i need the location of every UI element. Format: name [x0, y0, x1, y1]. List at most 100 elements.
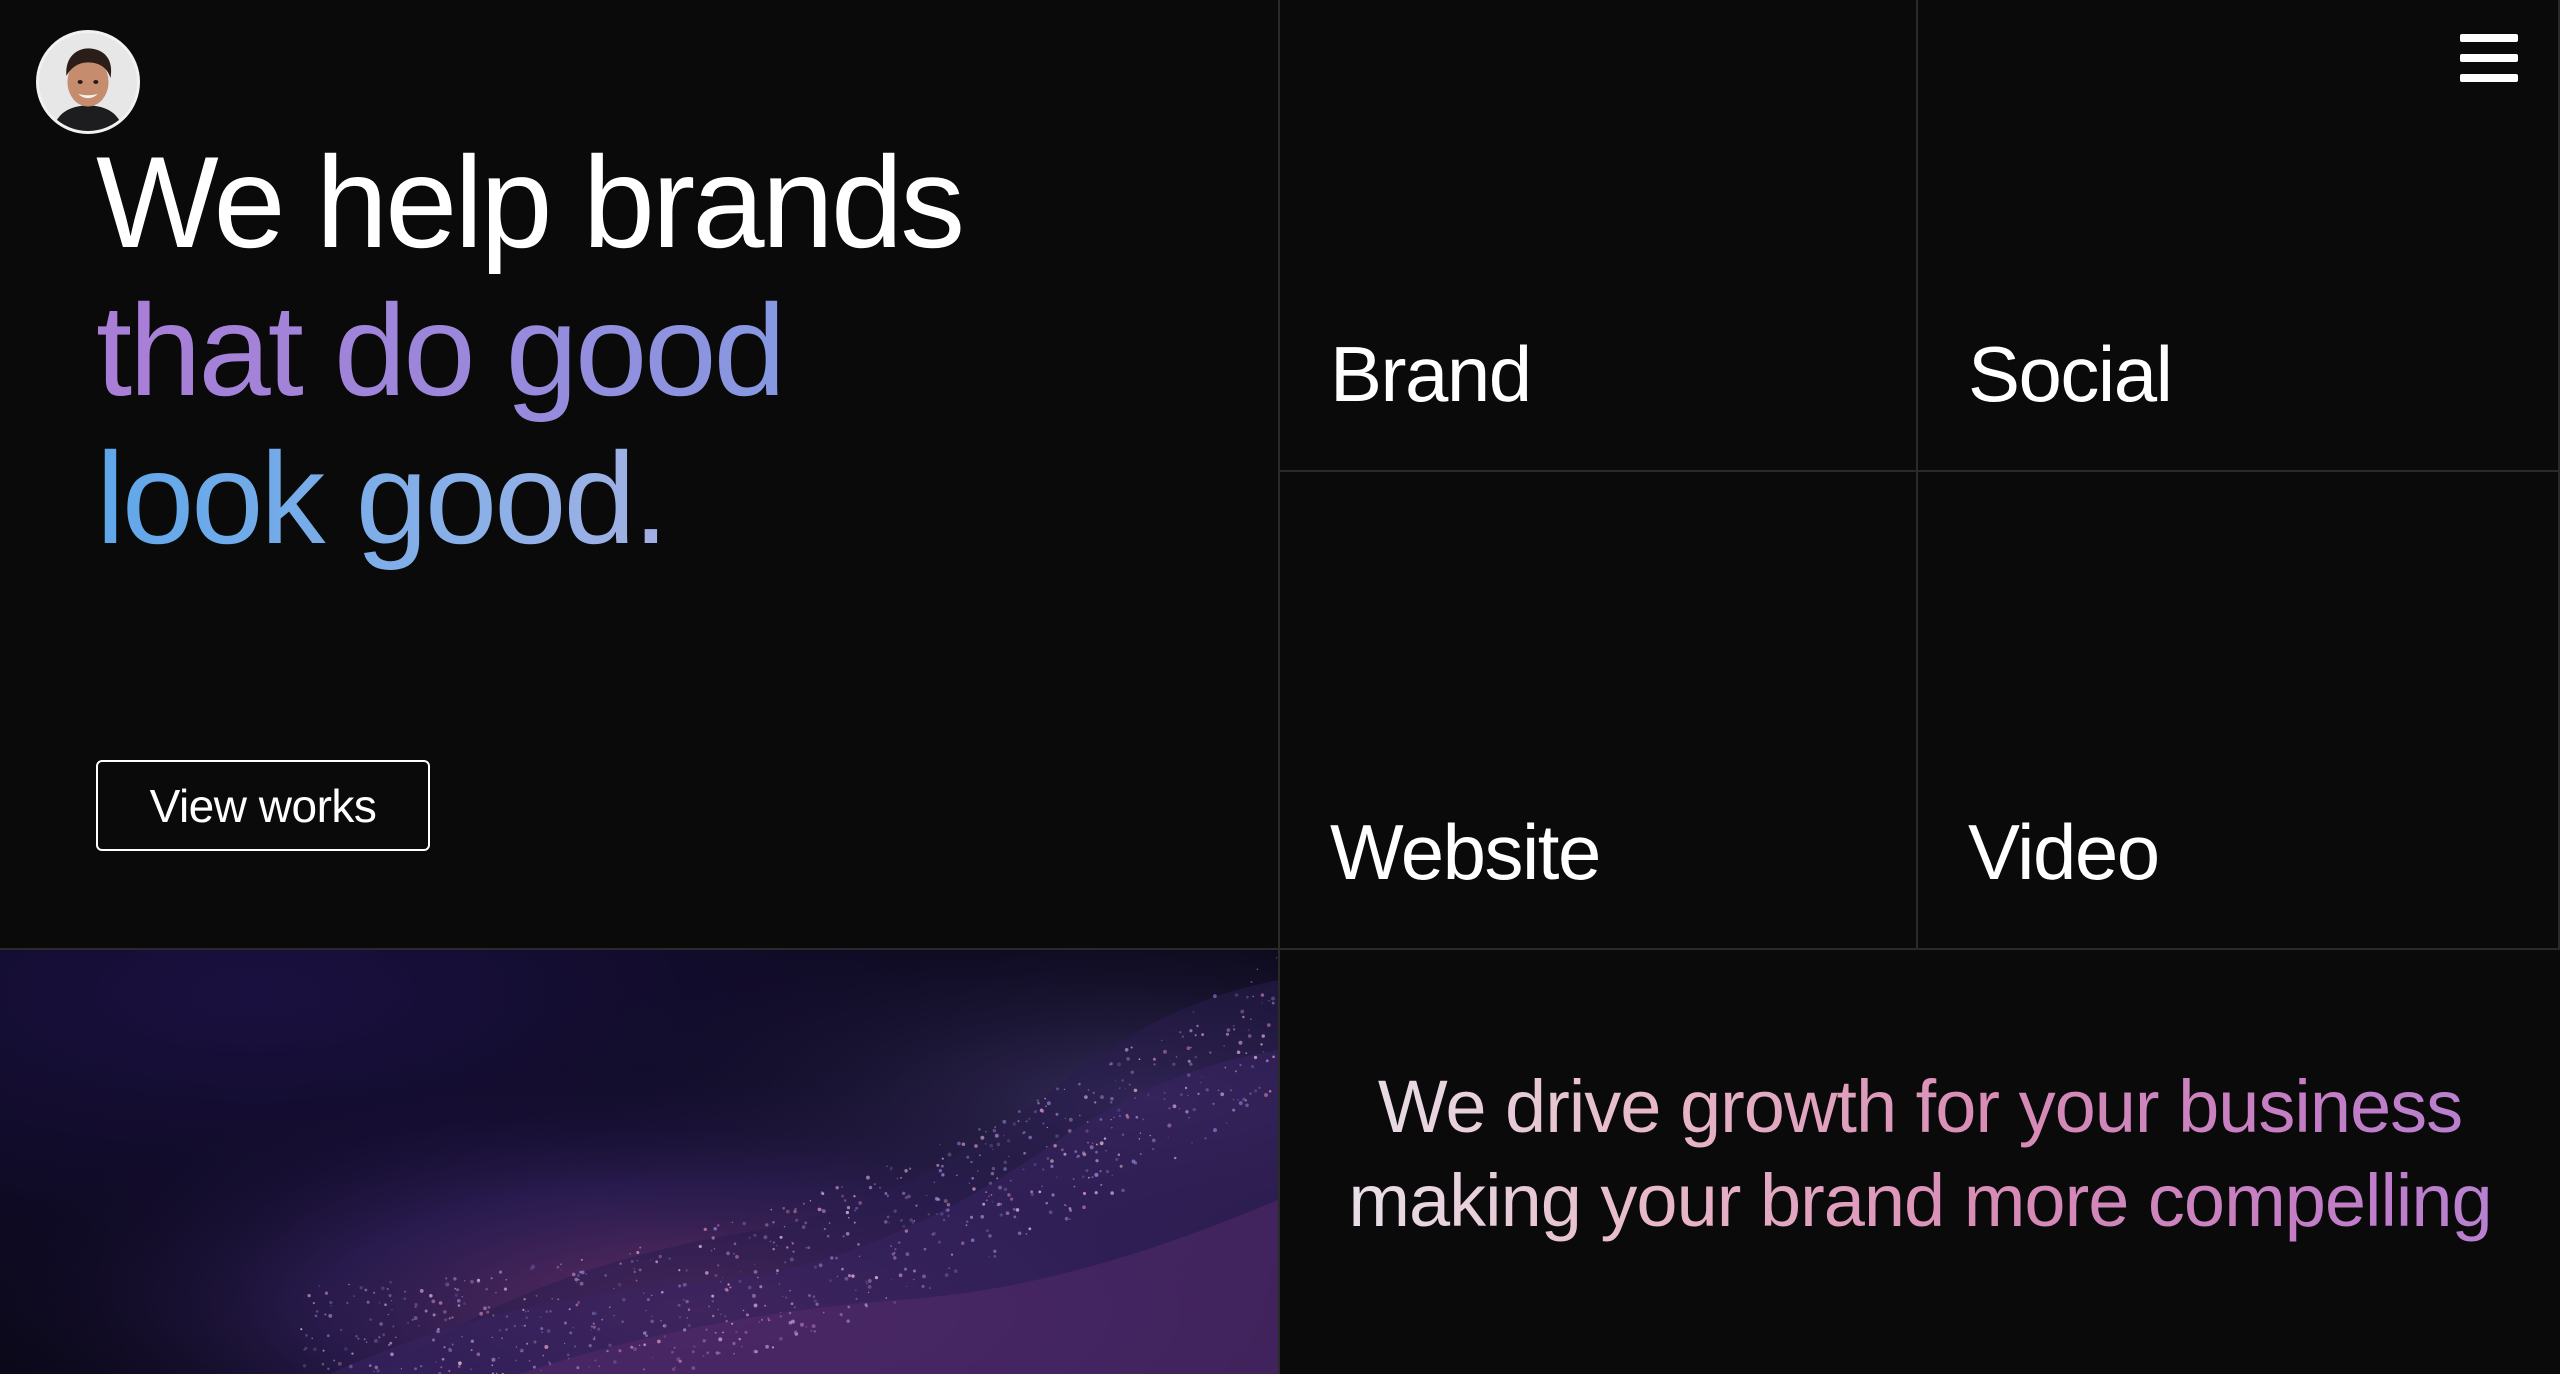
- particle-dot: [855, 1206, 859, 1210]
- particle-dot: [921, 1284, 925, 1288]
- particle-dot: [1268, 1089, 1272, 1093]
- service-label: Video: [1968, 808, 2160, 896]
- particle-dot: [727, 1283, 730, 1286]
- particle-dot: [1220, 1092, 1225, 1097]
- particle-dot: [608, 1306, 611, 1308]
- particle-dot: [651, 1294, 653, 1297]
- particle-dot: [524, 1311, 527, 1313]
- particle-dot: [846, 1206, 851, 1210]
- particle-dot: [1140, 1153, 1142, 1155]
- particle-dot: [457, 1304, 461, 1307]
- particle-dot: [1245, 1052, 1248, 1055]
- particle-dot: [703, 1227, 707, 1232]
- particle-dot: [785, 1296, 788, 1299]
- particle-dot: [646, 1298, 650, 1302]
- particle-dot: [491, 1364, 494, 1367]
- particle-dot: [414, 1367, 418, 1371]
- particle-dot: [1242, 1015, 1245, 1019]
- particle-dot: [937, 1240, 942, 1244]
- particle-dot: [1087, 1089, 1090, 1091]
- particle-dot: [1063, 1088, 1066, 1091]
- particle-dot: [1022, 1131, 1026, 1134]
- particle-dot: [974, 1144, 978, 1148]
- particle-dot: [1261, 1002, 1263, 1004]
- particle-dot: [717, 1224, 720, 1227]
- particle-dot: [1205, 1088, 1209, 1092]
- particle-dot: [785, 1209, 790, 1214]
- particle-dot: [645, 1309, 647, 1312]
- particle-dot: [772, 1220, 775, 1224]
- particle-dot: [1236, 1050, 1241, 1054]
- particle-dot: [1238, 1101, 1243, 1106]
- particle-dot: [652, 1356, 654, 1359]
- particle-dot: [720, 1313, 722, 1315]
- particle-dot: [594, 1359, 597, 1362]
- particle-dot: [1266, 1023, 1271, 1027]
- particle-dot: [1046, 1157, 1050, 1160]
- particle-dot: [989, 1143, 994, 1148]
- particle-dot: [1178, 1108, 1181, 1110]
- particle-dot: [1191, 1141, 1193, 1144]
- particle-dot: [941, 1173, 945, 1177]
- particle-dot: [542, 1354, 545, 1357]
- particle-dot: [1028, 1117, 1031, 1120]
- particle-dot: [613, 1360, 617, 1364]
- particle-dot: [933, 1181, 936, 1184]
- particle-dot: [809, 1200, 812, 1202]
- particle-dot: [1069, 1218, 1071, 1220]
- particle-dot: [853, 1195, 856, 1198]
- particle-dot: [753, 1303, 758, 1308]
- particle-dot: [380, 1286, 385, 1291]
- particle-dot: [1250, 980, 1253, 983]
- particle-dot: [1213, 994, 1217, 999]
- service-tile-brand[interactable]: Brand: [1280, 0, 1918, 472]
- services-grid: Brand Social Website Video: [1280, 0, 2560, 948]
- particle-dot: [483, 1306, 487, 1311]
- particle-dot: [407, 1322, 409, 1324]
- particle-dot: [382, 1333, 386, 1337]
- particle-dot: [1174, 1156, 1177, 1160]
- growth-statement-section: We drive growth for your business making…: [1280, 950, 2560, 1374]
- particle-dot: [1065, 1204, 1067, 1207]
- particle-dot: [557, 1298, 560, 1301]
- particle-dot: [444, 1277, 448, 1280]
- particle-dot: [1237, 1099, 1239, 1101]
- particle-dot: [1033, 1163, 1037, 1166]
- particle-dot: [789, 1289, 791, 1292]
- particle-dot: [1017, 1110, 1021, 1113]
- particle-dot: [1172, 1062, 1176, 1066]
- particle-dot: [1034, 1110, 1037, 1114]
- particle-dot: [1063, 1152, 1067, 1156]
- particle-dot: [1037, 1101, 1040, 1105]
- particle-dot: [1045, 1201, 1049, 1205]
- particle-dot: [858, 1255, 861, 1257]
- menu-bar: [2460, 54, 2518, 62]
- particle-dot: [822, 1311, 825, 1314]
- service-tile-video[interactable]: Video: [1918, 472, 2560, 948]
- particle-dot: [487, 1305, 491, 1309]
- particle-dot: [890, 1245, 892, 1247]
- particle-dot: [613, 1314, 615, 1317]
- particle-dot: [1232, 1098, 1235, 1101]
- particle-dot: [1023, 1151, 1026, 1155]
- particle-dot: [1003, 1167, 1007, 1171]
- particle-dot: [312, 1347, 317, 1352]
- particle-dot: [1079, 1114, 1081, 1117]
- particle-dot: [1025, 1233, 1028, 1235]
- particle-dot: [1053, 1144, 1057, 1148]
- particle-dot: [950, 1253, 954, 1256]
- view-works-button[interactable]: View works: [96, 760, 430, 851]
- particle-dot: [980, 1135, 985, 1140]
- particle-dot: [563, 1321, 567, 1325]
- particle-dot: [985, 1130, 987, 1133]
- particle-dot: [633, 1347, 638, 1352]
- service-label: Social: [1968, 330, 2173, 418]
- service-tile-website[interactable]: Website: [1280, 472, 1918, 948]
- hamburger-menu-icon[interactable]: [2460, 32, 2518, 86]
- particle-dot: [1091, 1176, 1094, 1179]
- particle-dot: [389, 1280, 392, 1284]
- particle-dot: [982, 1202, 986, 1206]
- profile-avatar[interactable]: [36, 30, 140, 134]
- particle-dot: [793, 1330, 798, 1334]
- particle-dot: [529, 1267, 534, 1271]
